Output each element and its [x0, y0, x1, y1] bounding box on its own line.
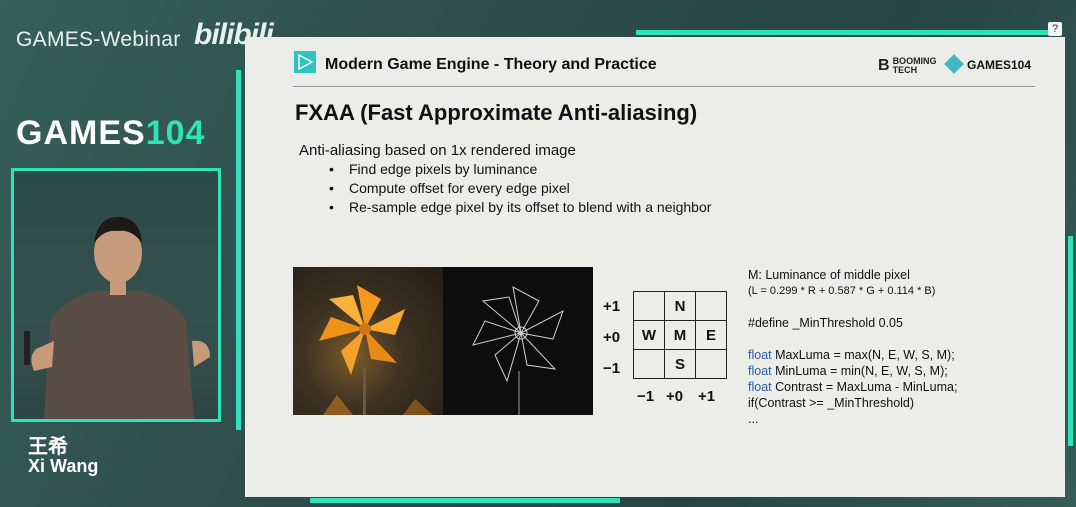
row-label-top: +1 — [603, 298, 621, 315]
games-logo-text: GAMES — [16, 114, 146, 152]
code-line: M: Luminance of middle pixel — [748, 268, 910, 282]
accent-bar-top — [636, 30, 1060, 35]
bullet-item: Re-sample edge pixel by its offset to bl… — [329, 199, 711, 218]
pinwheel-photo — [293, 267, 443, 415]
code-keyword: float — [748, 380, 772, 394]
speaker-figure-icon — [24, 217, 210, 419]
speaker-name-en: Xi Wang — [28, 456, 99, 476]
booming-tech-logo: B BOOMING TECH — [878, 56, 937, 75]
code-line: float Contrast = MaxLuma - MinLuma; — [748, 379, 957, 395]
games104-logo: GAMES104 — [16, 114, 205, 153]
neighbor-pixel-grid: N W M E S — [633, 291, 727, 379]
course-play-icon — [294, 51, 316, 73]
help-button[interactable]: ? — [1048, 22, 1062, 36]
grid-cell-s: S — [664, 349, 696, 379]
cube-icon — [944, 54, 964, 74]
code-keyword: float — [748, 364, 772, 378]
presentation-slide: Modern Game Engine - Theory and Practice… — [245, 37, 1065, 497]
booming-b-icon: B — [878, 57, 890, 74]
code-text: MaxLuma = max(N, E, W, S, M); — [771, 348, 955, 362]
webinar-brand: GAMES-Webinar — [16, 28, 181, 51]
pinwheel-icon — [319, 285, 433, 415]
booming-tech-text: BOOMING TECH — [892, 56, 937, 75]
col-label-mid: +0 — [666, 388, 684, 405]
code-line: float MinLuma = min(N, E, W, S, M); — [748, 363, 957, 379]
games104-slide-text: GAMES104 — [967, 58, 1032, 72]
code-block: M: Luminance of middle pixel (L = 0.299 … — [748, 267, 957, 427]
code-line: ... — [748, 412, 759, 426]
slide-title: FXAA (Fast Approximate Anti-aliasing) — [295, 100, 698, 125]
course-title: Modern Game Engine - Theory and Practice — [325, 56, 657, 73]
grid-cell — [695, 349, 727, 379]
code-line: #define _MinThreshold 0.05 — [748, 316, 903, 330]
games104-slide-logo: GAMES104 — [944, 54, 1032, 74]
row-label-bottom: −1 — [603, 360, 621, 377]
games-logo-num: 104 — [145, 114, 206, 152]
bullet-list: Find edge pixels by luminance Compute of… — [329, 161, 711, 218]
edge-detection-image — [443, 267, 593, 415]
grid-cell — [633, 349, 665, 379]
accent-bar-bottom — [310, 498, 620, 503]
col-label-left: −1 — [637, 388, 655, 405]
code-line: if(Contrast >= _MinThreshold) — [748, 396, 915, 410]
slide-intro: Anti-aliasing based on 1x rendered image — [299, 142, 576, 159]
speaker-name-cn: 王希 — [28, 436, 68, 458]
speaker-camera — [11, 168, 221, 422]
grid-cell-m: M — [664, 320, 696, 350]
row-label-mid: +0 — [603, 329, 621, 346]
header-divider — [293, 86, 1035, 87]
grid-cell — [633, 291, 665, 321]
bullet-item: Compute offset for every edge pixel — [329, 180, 711, 199]
col-label-right: +1 — [698, 388, 716, 405]
edge-pinwheel-icon — [472, 286, 564, 415]
bullet-item: Find edge pixels by luminance — [329, 161, 711, 180]
grid-cell-n: N — [664, 291, 696, 321]
grid-cell-e: E — [695, 320, 727, 350]
accent-bar-left — [236, 70, 241, 430]
grid-cell — [695, 291, 727, 321]
accent-bar-right — [1068, 236, 1073, 446]
code-line: float MaxLuma = max(N, E, W, S, M); — [748, 347, 957, 363]
code-text: Contrast = MaxLuma - MinLuma; — [771, 380, 958, 394]
code-line: (L = 0.299 * R + 0.587 * G + 0.114 * B) — [748, 285, 936, 297]
grid-cell-w: W — [633, 320, 665, 350]
code-keyword: float — [748, 348, 772, 362]
code-text: MinLuma = min(N, E, W, S, M); — [771, 364, 948, 378]
